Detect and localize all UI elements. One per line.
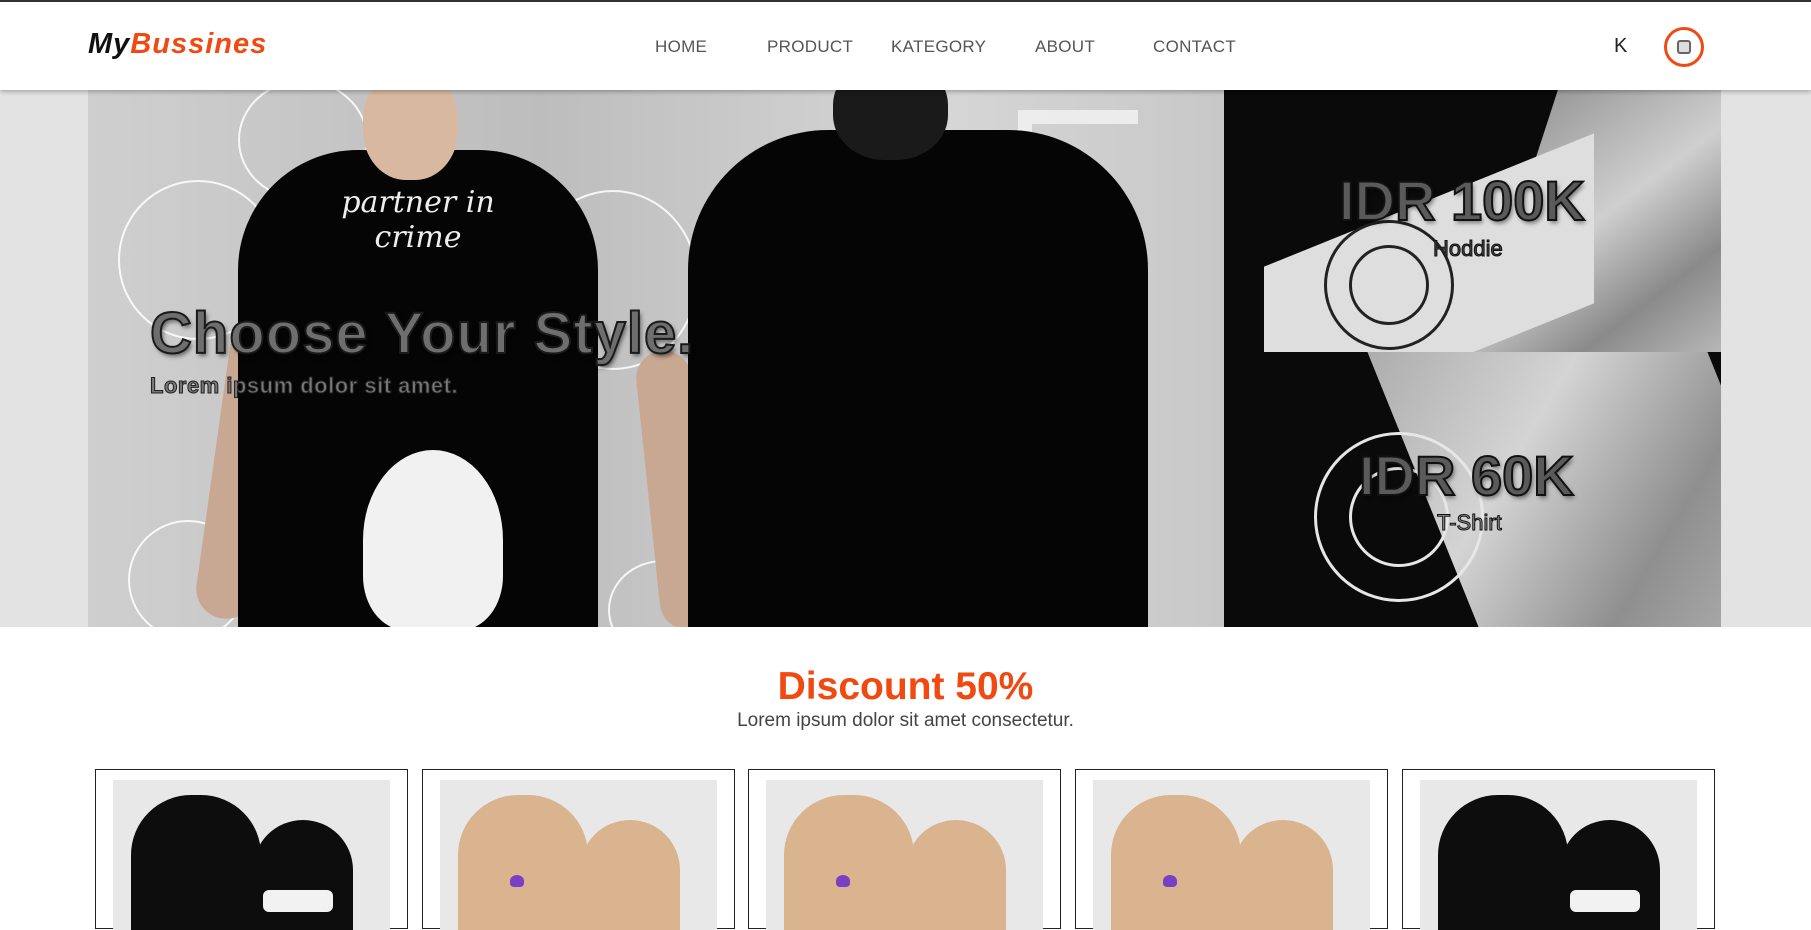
promo-price: IDR 100K [1338, 168, 1586, 233]
hoodie-back [1560, 820, 1660, 930]
product-card[interactable] [748, 769, 1061, 930]
hoodie-back [906, 820, 1006, 930]
butterfly-icon [510, 875, 524, 887]
product-card[interactable] [422, 769, 735, 930]
rune-circle-graphic [1349, 245, 1429, 325]
hoodie-print [1570, 890, 1640, 912]
hoodie-front [458, 795, 588, 930]
butterfly-icon [1163, 875, 1177, 887]
product-card[interactable] [95, 769, 408, 930]
avatar[interactable] [1664, 27, 1704, 67]
user-initial[interactable]: K [1614, 35, 1627, 58]
hoodie-front [784, 795, 914, 930]
discount-title: Discount 50% [777, 665, 1034, 708]
logo-text-my: My [88, 28, 131, 60]
hoodie-back [1233, 820, 1333, 930]
nav-about[interactable]: ABOUT [1035, 37, 1095, 57]
model-head [363, 90, 458, 180]
brand-logo[interactable]: MyBussines [88, 28, 267, 61]
nav-home[interactable]: HOME [655, 37, 707, 57]
hoodie-front [1438, 795, 1568, 930]
promo-product-name: Hoddie [1433, 236, 1504, 262]
discount-subtitle: Lorem ipsum dolor sit amet consectetur. [737, 710, 1074, 731]
nav-contact[interactable]: CONTACT [1153, 37, 1236, 57]
hoodie-back [580, 820, 680, 930]
hero-title: Choose Your Style. [149, 300, 695, 367]
hoodie-print [263, 890, 333, 912]
product-image [1420, 780, 1697, 930]
hoodie-front [131, 795, 261, 930]
product-image [440, 780, 717, 930]
product-card[interactable] [1402, 769, 1715, 930]
promo-product-name: T-Shirt [1437, 510, 1503, 536]
product-image [1093, 780, 1370, 930]
hero-subtitle: Lorem ipsum dolor sit amet. [149, 373, 459, 399]
logo-text-bussines: Bussines [130, 28, 268, 60]
butterfly-icon [836, 875, 850, 887]
navbar: MyBussines HOME PRODUCT KATEGORY ABOUT C… [0, 2, 1811, 90]
nav-product[interactable]: PRODUCT [767, 37, 853, 57]
model-back-tshirt [688, 130, 1148, 627]
promo-price: IDR 60K [1358, 443, 1575, 508]
product-card[interactable] [1075, 769, 1388, 930]
hoodie-front [1111, 795, 1241, 930]
nav-kategory[interactable]: KATEGORY [891, 37, 986, 57]
hoodie-back [253, 820, 353, 930]
product-image [766, 780, 1043, 930]
shirt-graphic [363, 450, 503, 627]
product-image [113, 780, 390, 930]
shirt-print-text: partner in crime [341, 185, 495, 255]
user-icon [1677, 40, 1691, 54]
